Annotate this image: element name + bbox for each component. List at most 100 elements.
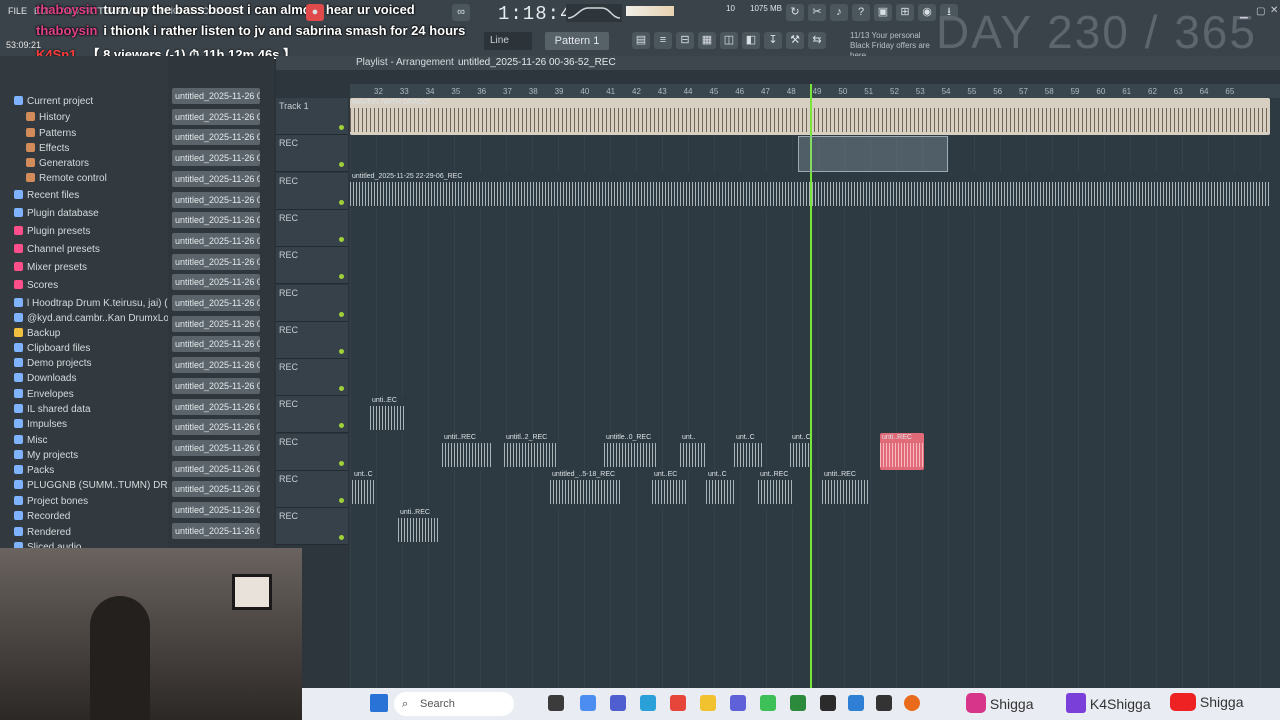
minimize-icon[interactable]: ▁ xyxy=(1240,8,1248,19)
app-icon[interactable] xyxy=(760,695,776,711)
plugin-icon[interactable]: ⊞ xyxy=(896,4,914,21)
audio-file[interactable]: untitled_2025-11-26 00- xyxy=(172,88,260,104)
track-mute-led[interactable] xyxy=(339,386,344,392)
track-mute-led[interactable] xyxy=(339,348,344,354)
audio-file[interactable]: untitled_2025-11-26 00- xyxy=(172,232,260,249)
audio-file[interactable]: untitled_2025-11-26 00- xyxy=(172,150,260,167)
audio-file[interactable]: untitled_2025-11-26 00- xyxy=(172,274,260,291)
audio-file[interactable]: untitled_2025-11-26 00- xyxy=(172,170,260,187)
audio-clip[interactable]: unti..REC xyxy=(398,508,438,545)
taskview-icon[interactable] xyxy=(548,695,564,711)
track-header[interactable]: REC xyxy=(276,247,348,285)
audio-file[interactable]: untitled_2025-11-26 00- xyxy=(172,129,260,146)
browser-item[interactable]: Channel presets xyxy=(14,244,100,259)
audio-file[interactable]: untitled_2025-11-26 00- xyxy=(172,357,260,374)
track-mute-led[interactable] xyxy=(339,274,344,280)
pattern-selector[interactable]: Pattern 1 xyxy=(545,32,609,50)
audio-file[interactable]: untitled_2025-11-26 00- xyxy=(172,481,260,498)
app-icon[interactable] xyxy=(876,695,892,711)
link-icon[interactable]: ⇆ xyxy=(808,32,826,49)
track-header[interactable]: Track 1 xyxy=(276,98,348,135)
browser-icon[interactable]: ◫ xyxy=(720,32,738,49)
browser-item[interactable]: l Hoodtrap Drum K.teirusu, jai) (2) xyxy=(14,298,177,313)
edge-icon[interactable] xyxy=(640,695,656,711)
pin-icon[interactable]: ↧ xyxy=(764,32,782,49)
chrome-icon[interactable] xyxy=(670,695,686,711)
track-header[interactable]: REC xyxy=(276,471,348,508)
copilot-icon[interactable] xyxy=(580,695,596,711)
track-mute-led[interactable] xyxy=(339,311,344,317)
audio-clip[interactable]: untitled_..5-18_REC xyxy=(550,470,620,507)
audio-file[interactable]: untitled_2025-11-26 00- xyxy=(172,439,260,456)
audio-clip[interactable]: unt.. xyxy=(680,433,706,470)
browser-item[interactable]: Effects xyxy=(26,143,69,158)
browser-item[interactable]: Misc xyxy=(14,435,48,450)
close-icon[interactable]: ✕ xyxy=(1270,5,1278,16)
browser-item[interactable]: Plugin presets xyxy=(14,226,90,241)
audio-clip[interactable]: unti..REC xyxy=(880,433,924,470)
track-mute-led[interactable] xyxy=(339,423,344,429)
tools-icon[interactable]: ✂ xyxy=(808,4,826,21)
reload-icon[interactable]: ↻ xyxy=(786,4,804,21)
audio-file[interactable]: untitled_2025-11-26 00- xyxy=(172,336,260,353)
audio-clip[interactable]: unti..EC xyxy=(370,396,406,433)
chat-icon[interactable]: ◉ xyxy=(918,4,936,21)
audio-file[interactable]: untitled_2025-11-26 00- xyxy=(172,108,260,125)
audio-file[interactable]: untitled_2025-11-26 00- xyxy=(172,212,260,229)
timeline-ruler[interactable]: 32 33 34 35 36 37 38 39 40 41 42 43 44 45 46 47 48 49 50 51… xyxy=(350,84,1280,98)
snap-select[interactable]: Line xyxy=(484,32,532,50)
selection-box[interactable] xyxy=(798,136,948,172)
maximize-icon[interactable]: ▢ xyxy=(1256,6,1265,17)
track-mute-led[interactable] xyxy=(339,199,344,205)
track-header[interactable]: REC xyxy=(276,508,348,546)
audio-file[interactable]: untitled_2025-11-26 00- xyxy=(172,502,260,518)
audio-clip[interactable]: unt..C xyxy=(706,470,736,507)
browser-item[interactable]: Recorded xyxy=(14,511,70,526)
browser-item[interactable]: Packs xyxy=(14,465,54,480)
audio-file[interactable]: untitled_2025-11-26 00- xyxy=(172,419,260,436)
browser-item[interactable]: Scores xyxy=(14,280,58,295)
obs-icon[interactable] xyxy=(820,695,836,711)
channel-rack-icon[interactable]: ⊟ xyxy=(676,32,694,49)
plugin-picker-icon[interactable]: ◧ xyxy=(742,32,760,49)
app-icon[interactable] xyxy=(790,695,806,711)
piano-roll-icon[interactable]: ▤ xyxy=(632,32,650,49)
audio-file[interactable]: untitled_2025-11-26 00- xyxy=(172,522,260,539)
playlist-icon[interactable]: ▦ xyxy=(698,32,716,49)
browser-item[interactable]: Project bones xyxy=(14,496,88,511)
audio-clip[interactable]: unt..REC xyxy=(758,470,794,507)
mic-icon[interactable]: ♪ xyxy=(830,4,848,21)
track-header[interactable]: REC xyxy=(276,433,348,471)
discord-icon[interactable] xyxy=(730,695,746,711)
explorer-icon[interactable] xyxy=(700,695,716,711)
audio-clip[interactable]: unt..C xyxy=(352,470,376,507)
browser-item[interactable]: Demo projects xyxy=(14,358,91,373)
wrench-icon[interactable]: ⚒ xyxy=(786,32,804,49)
browser-item[interactable]: Envelopes xyxy=(14,389,74,404)
help-icon[interactable]: ? xyxy=(852,4,870,21)
playhead[interactable] xyxy=(810,84,812,688)
audio-clip[interactable]: untitl..2_REC xyxy=(504,433,558,470)
audio-clip[interactable]: unt..C xyxy=(790,433,810,470)
loop-icon[interactable]: ∞ xyxy=(452,4,470,21)
audio-file[interactable]: untitled_2025-11-26 00- xyxy=(172,315,260,332)
browser-item[interactable]: @kyd.and.cambr..Kan DrumxLoopKit xyxy=(14,313,192,328)
browser-item[interactable]: Mixer presets xyxy=(14,262,87,277)
windows-start-icon[interactable] xyxy=(370,694,388,712)
track-header[interactable]: REC xyxy=(276,209,348,247)
track-header[interactable]: REC xyxy=(276,359,348,397)
audio-file[interactable]: untitled_2025-11-26 00- xyxy=(172,253,260,270)
audio-clip[interactable]: untit..REC xyxy=(822,470,870,507)
menu-file[interactable]: FILE xyxy=(8,6,27,16)
browser-item[interactable]: Current project xyxy=(14,96,93,111)
browser-item[interactable]: Backup xyxy=(14,328,60,343)
browser-item[interactable]: Recent files xyxy=(14,190,79,205)
browser-item[interactable]: Impulses xyxy=(14,419,67,434)
audio-clip[interactable]: unt..C xyxy=(734,433,764,470)
audio-file[interactable]: untitled_2025-11-26 00- xyxy=(172,295,260,311)
track-header[interactable]: REC xyxy=(276,135,348,173)
track-header[interactable]: REC xyxy=(276,284,348,322)
save-icon[interactable]: ▣ xyxy=(874,4,892,21)
browser-item[interactable]: My projects xyxy=(14,450,78,465)
audio-file[interactable]: untitled_2025-11-26 00- xyxy=(172,191,260,208)
